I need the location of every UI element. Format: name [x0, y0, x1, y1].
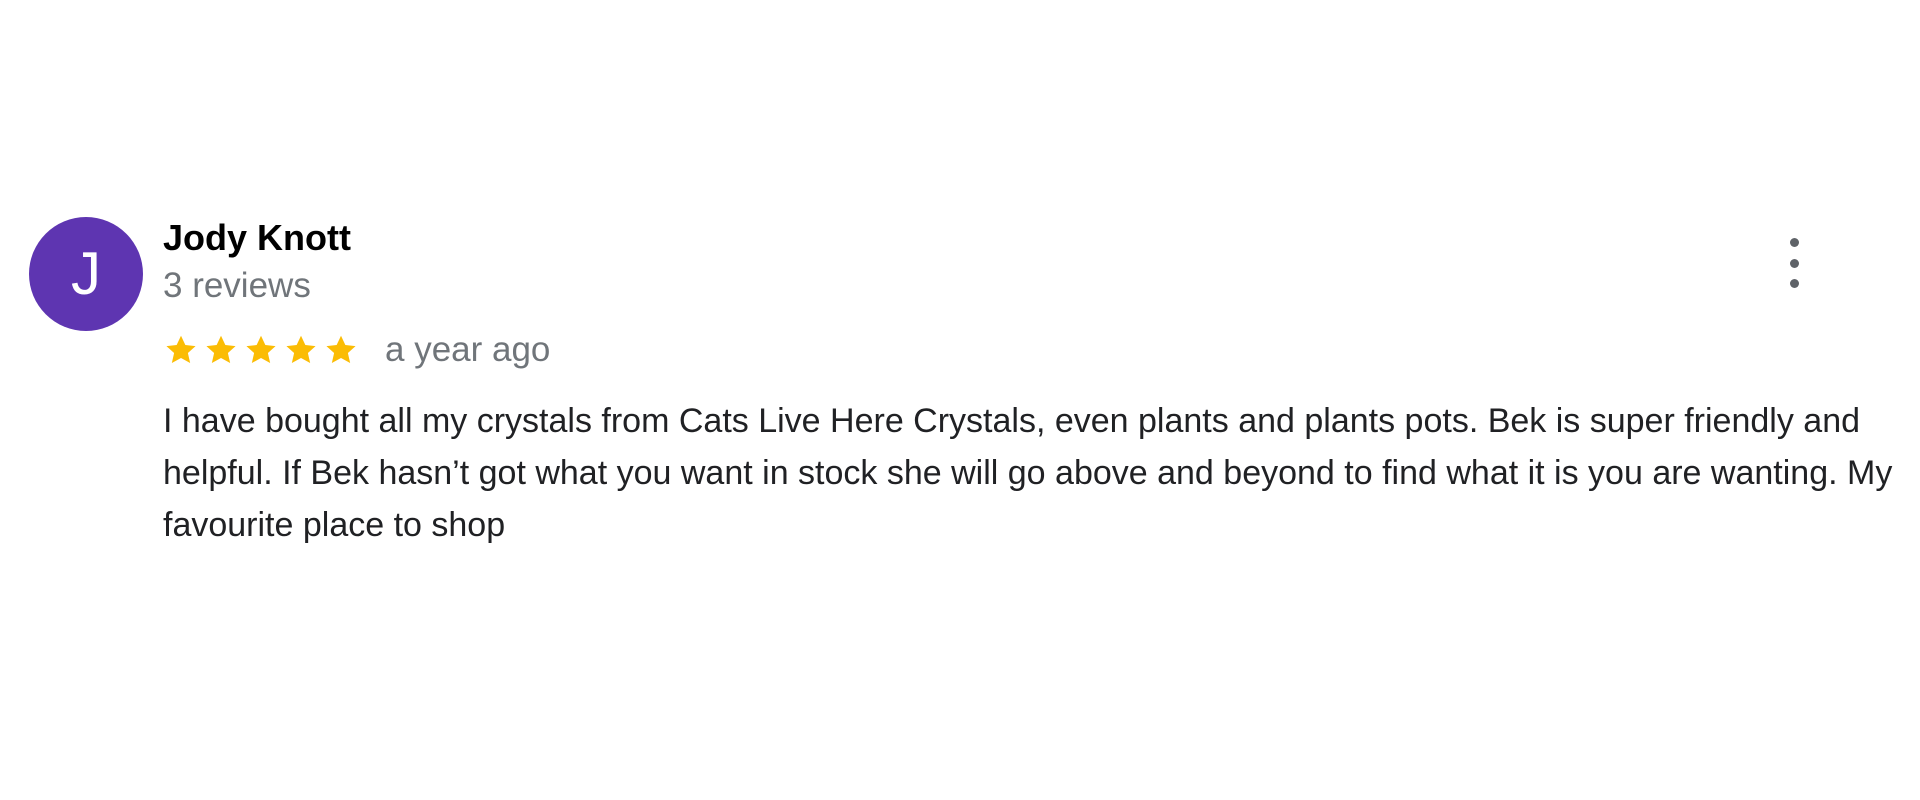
star-icon [163, 332, 199, 368]
reviewer-name[interactable]: Jody Knott [163, 218, 351, 258]
more-vert-icon-dot [1789, 238, 1799, 247]
more-vert-icon-dot [1789, 279, 1799, 288]
star-icon [283, 332, 319, 368]
review-text: I have bought all my crystals from Cats … [163, 402, 1893, 544]
avatar-letter: J [71, 240, 101, 307]
star-icon [323, 332, 359, 368]
more-vert-icon-dot [1789, 258, 1799, 268]
rating-row: a year ago [163, 328, 550, 372]
more-options-button[interactable] [1774, 238, 1814, 288]
review-date: a year ago [385, 330, 551, 369]
star-rating [163, 332, 363, 368]
star-icon [203, 332, 239, 368]
review-card: J Jody Knott 3 reviews a year ago I have… [0, 0, 1920, 800]
star-icon [243, 332, 279, 368]
review-count[interactable]: 3 reviews [163, 266, 311, 306]
avatar[interactable]: J [29, 217, 143, 331]
